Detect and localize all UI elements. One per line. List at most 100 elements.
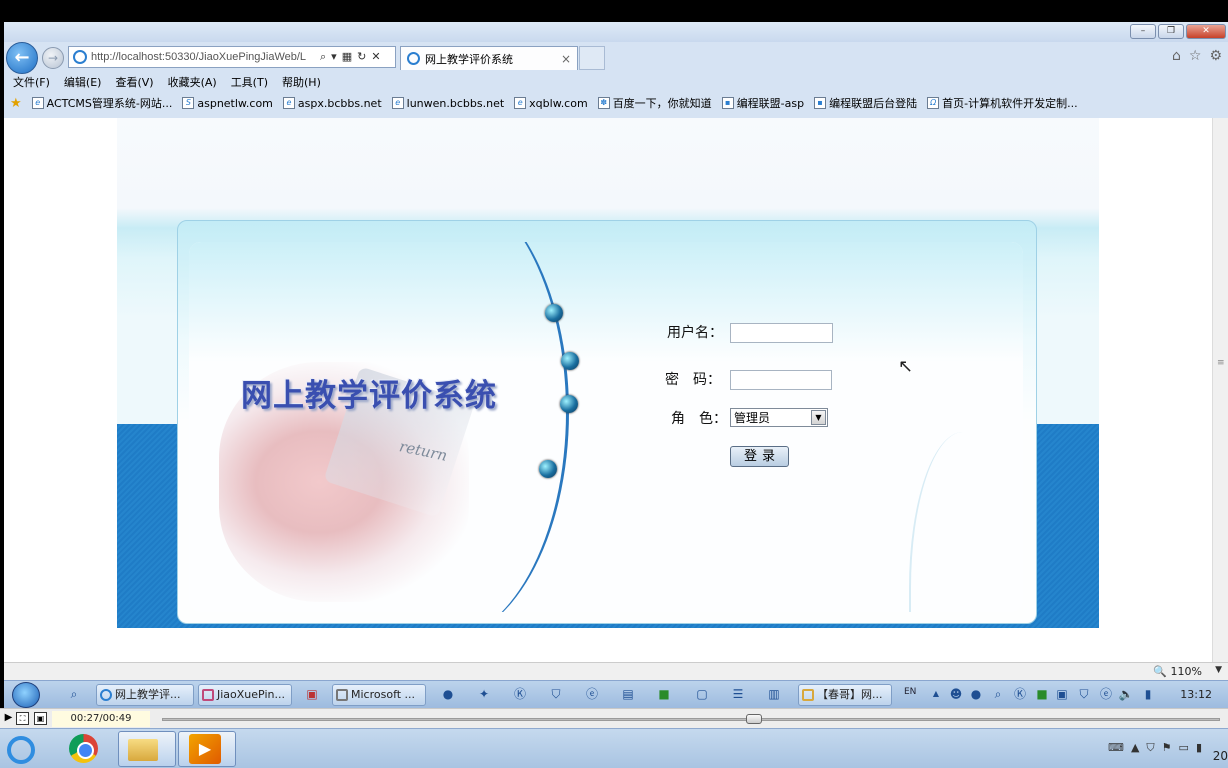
- flag-icon[interactable]: ⚑: [1162, 741, 1172, 755]
- password-input[interactable]: [730, 370, 832, 390]
- security-icon[interactable]: ⛉: [1146, 741, 1154, 755]
- menu-file[interactable]: 文件(F): [13, 74, 50, 90]
- title-bar: – ❐ ✕: [4, 22, 1228, 42]
- fit-screen-icon[interactable]: ▣: [34, 712, 47, 725]
- taskbar-folder-window[interactable]: 【春哥】网...: [798, 684, 892, 706]
- back-button[interactable]: ←: [6, 42, 38, 74]
- chevron-down-icon[interactable]: ▼: [811, 410, 826, 425]
- favorite-link[interactable]: e lunwen.bcbbs.net: [391, 97, 504, 110]
- address-url[interactable]: http://localhost:50330/JiaoXuePingJiaWeb…: [91, 51, 316, 63]
- tray-app-icon[interactable]: ▣: [1054, 686, 1070, 702]
- keyboard-icon[interactable]: ⌨: [1108, 741, 1124, 755]
- taskbar-clock[interactable]: 13:12: [1180, 688, 1212, 701]
- host-explorer-button[interactable]: [118, 731, 176, 767]
- favorite-link[interactable]: e xqblw.com: [514, 97, 588, 110]
- new-tab-button[interactable]: [579, 46, 605, 70]
- toolbox-icon[interactable]: ▣: [304, 686, 320, 702]
- search-icon[interactable]: ⌕: [66, 686, 82, 702]
- address-bar[interactable]: http://localhost:50330/JiaoXuePingJiaWeb…: [68, 46, 396, 68]
- vertical-scrollbar[interactable]: ≡: [1212, 118, 1228, 662]
- fullscreen-icon[interactable]: ⛶: [16, 712, 29, 725]
- volume-icon[interactable]: 🔈: [1118, 686, 1134, 702]
- page-icon: Ω: [927, 97, 940, 109]
- username-input[interactable]: [730, 323, 833, 343]
- tab-title: 网上教学评价系统: [425, 52, 513, 66]
- login-stage: return 网上教学评价系统 用户名： 密 码： 角 色： 管理员 ▼ 登录 …: [117, 118, 1099, 628]
- signal-icon[interactable]: ▮: [1196, 741, 1202, 755]
- menu-favorites[interactable]: 收藏夹(A): [168, 74, 217, 90]
- monitor-icon[interactable]: ▢: [694, 686, 710, 702]
- host-clock[interactable]: 20: [1213, 749, 1228, 763]
- host-player-button[interactable]: ▶: [178, 731, 236, 767]
- stop-icon[interactable]: ✕: [371, 50, 380, 64]
- favorite-link[interactable]: ✽ 百度一下，你就知道: [597, 95, 712, 111]
- zoom-level[interactable]: 🔍 110%: [1153, 665, 1202, 678]
- tray-k-icon[interactable]: Ⓚ: [1012, 686, 1028, 702]
- play-icon[interactable]: ▶: [2, 712, 15, 725]
- menu-tools[interactable]: 工具(T): [231, 74, 268, 90]
- tray-ie-icon[interactable]: ⓔ: [1098, 686, 1114, 702]
- refresh-icon[interactable]: ↻: [357, 50, 366, 64]
- favorite-link[interactable]: e ACTCMS管理系统-网站...: [31, 95, 172, 111]
- zoom-dropdown-icon[interactable]: ▼: [1215, 665, 1222, 675]
- ie-icon[interactable]: ⓔ: [584, 686, 600, 702]
- calendar-icon[interactable]: ▤: [620, 686, 636, 702]
- taskbar-project-window[interactable]: JiaoXuePin...: [198, 684, 292, 706]
- seek-thumb[interactable]: [746, 714, 763, 724]
- login-button[interactable]: 登录: [730, 446, 789, 467]
- forward-button[interactable]: →: [42, 47, 64, 69]
- favorites-star-icon[interactable]: ☆: [1189, 48, 1202, 64]
- decor-ball: [539, 460, 557, 478]
- favorite-link[interactable]: ▪ 编程联盟后台登陆: [814, 95, 917, 111]
- tray-expand-icon[interactable]: ▲: [1131, 741, 1139, 755]
- menu-view[interactable]: 查看(V): [115, 74, 153, 90]
- host-taskbar: ▶ ⌨ ▲ ⛉ ⚑ ▭ ▮ 20: [0, 728, 1228, 768]
- sync-icon[interactable]: ■: [656, 686, 672, 702]
- app-k-icon[interactable]: Ⓚ: [512, 686, 528, 702]
- compat-view-icon[interactable]: ▦: [342, 50, 352, 64]
- role-select[interactable]: 管理员 ▼: [730, 408, 828, 427]
- start-button[interactable]: [12, 682, 40, 708]
- tray-search-icon[interactable]: ⌕: [990, 686, 1006, 702]
- media-player-bar: ▶ ⛶ ▣ 00:27/00:49: [0, 708, 1228, 728]
- tray-shield-icon[interactable]: ⛉: [1076, 686, 1092, 702]
- network-icon[interactable]: ✦: [476, 686, 492, 702]
- favorites-star-icon[interactable]: ★: [10, 96, 22, 111]
- search-icon[interactable]: ⌕: [320, 50, 326, 64]
- host-tray: ⌨ ▲ ⛉ ⚑ ▭ ▮: [1108, 741, 1202, 755]
- tab-close-icon[interactable]: ×: [561, 52, 571, 66]
- language-indicator[interactable]: EN: [904, 687, 916, 697]
- home-icon[interactable]: ⌂: [1172, 48, 1181, 64]
- network-icon[interactable]: ▭: [1179, 741, 1189, 755]
- role-select-value: 管理员: [734, 411, 771, 425]
- signal-icon[interactable]: ▮: [1140, 686, 1156, 702]
- favorite-link[interactable]: e aspx.bcbbs.net: [282, 97, 382, 110]
- minimize-button[interactable]: –: [1130, 24, 1156, 39]
- close-button[interactable]: ✕: [1186, 24, 1226, 39]
- favorite-link[interactable]: ▪ 编程联盟-asp: [721, 95, 804, 111]
- menu-help[interactable]: 帮助(H): [282, 74, 321, 90]
- taskbar-microsoft-window[interactable]: Microsoft ...: [332, 684, 426, 706]
- tray-sync-icon[interactable]: ■: [1034, 686, 1050, 702]
- shield-icon[interactable]: ⛉: [548, 686, 564, 702]
- tab-active[interactable]: 网上教学评价系统 ×: [400, 46, 578, 70]
- favorite-link[interactable]: Saspnetlw.com: [182, 97, 273, 110]
- restore-button[interactable]: ❐: [1158, 24, 1184, 39]
- chrome-icon: [69, 734, 98, 763]
- favorite-link[interactable]: Ω 首页-计算机软件开发定制...: [927, 95, 1078, 111]
- system-title: 网上教学评价系统: [241, 378, 497, 414]
- favorites-bar: ★ e ACTCMS管理系统-网站... Saspnetlw.com e aspx.…: [4, 92, 1228, 114]
- doc-icon[interactable]: ▥: [766, 686, 782, 702]
- host-ie-button[interactable]: [0, 731, 58, 767]
- seek-track[interactable]: [162, 718, 1220, 721]
- taskbar-ie-window[interactable]: 网上教学评...: [96, 684, 194, 706]
- list-icon[interactable]: ☰: [730, 686, 746, 702]
- qq-icon[interactable]: ●: [440, 686, 456, 702]
- menu-edit[interactable]: 编辑(E): [64, 74, 102, 90]
- gear-icon[interactable]: ⚙: [1209, 48, 1222, 64]
- tray-qq-icon[interactable]: ●: [968, 686, 984, 702]
- tray-up-icon[interactable]: ▲: [928, 686, 944, 702]
- tray-user-icon[interactable]: ☻: [948, 686, 964, 702]
- dropdown-arrow-icon[interactable]: ▾: [331, 50, 337, 64]
- mouse-cursor-icon: ↖: [898, 356, 914, 377]
